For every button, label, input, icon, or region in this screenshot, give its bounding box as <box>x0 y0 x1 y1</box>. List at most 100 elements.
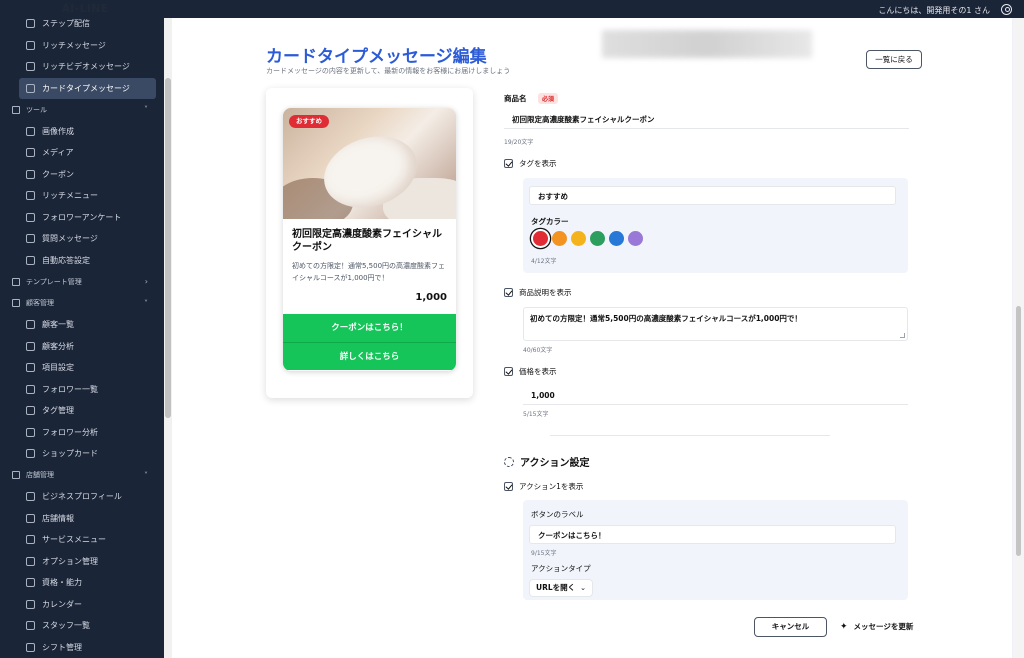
sidebar-item-8[interactable]: リッチメニュー <box>0 185 164 207</box>
card-details-button[interactable]: 詳しくはこちら <box>283 342 456 370</box>
sidebar-item-15[interactable]: 顧客分析 <box>0 336 164 358</box>
button-label-input[interactable]: クーポンはこちら！ <box>529 525 896 544</box>
sidebar-label: 店舗情報 <box>42 513 74 523</box>
sidebar-nav: ステップ配信リッチメッセージリッチビデオメッセージカードタイプメッセージ ツール ˅… <box>0 13 164 658</box>
show-action1-checkbox[interactable]: アクション1を表示 <box>504 481 583 492</box>
sidebar-item-7[interactable]: クーポン <box>0 164 164 186</box>
sidebar-item-6[interactable]: メディア <box>0 142 164 164</box>
cancel-button[interactable]: キャンセル <box>754 617 827 637</box>
trend-icon <box>26 427 35 437</box>
store-icon <box>26 513 35 523</box>
tag-color-option-3[interactable] <box>590 231 605 246</box>
sidebar-label: 顧客管理 <box>26 299 54 308</box>
product-name-input[interactable]: 初回限定高濃度酸素フェイシャルクーポン <box>504 110 909 129</box>
main-scrollbar[interactable] <box>1013 18 1024 658</box>
gear-icon <box>26 363 35 373</box>
sidebar-item-20[interactable]: ショップカード <box>0 443 164 465</box>
card-tag-badge: おすすめ <box>289 115 329 128</box>
sidebar-label: メディア <box>42 148 74 158</box>
main-scroll-thumb[interactable] <box>1016 306 1021 556</box>
sidebar-item-24[interactable]: サービスメニュー <box>0 529 164 551</box>
tag-color-option-5[interactable] <box>628 231 643 246</box>
sidebar-section-13[interactable]: 顧客管理 ˅ <box>0 293 164 315</box>
sidebar-section-21[interactable]: 店舗管理 ˅ <box>0 465 164 487</box>
sidebar-label: リッチビデオメッセージ <box>42 62 130 72</box>
tag-settings-panel: おすすめ タグカラー 4/12文字 <box>523 178 908 273</box>
sidebar-scroll-thumb[interactable] <box>165 78 171 418</box>
tag-count: 4/12文字 <box>531 258 557 265</box>
sidebar-scrollbar[interactable] <box>164 18 172 658</box>
users-icon <box>26 621 35 631</box>
back-to-list-button[interactable]: 一覧に戻る <box>866 50 922 69</box>
sidebar-item-28[interactable]: スタッフ一覧 <box>0 615 164 637</box>
sidebar-label: 顧客一覧 <box>42 320 74 330</box>
clipboard-icon <box>12 299 20 308</box>
price-count: 5/15文字 <box>523 411 549 418</box>
description-textarea[interactable]: 初めての方限定！通常5,500円の高濃度酸素フェイシャルコースが1,000円で！ <box>523 307 908 341</box>
sidebar-item-3[interactable]: カードタイプメッセージ <box>19 77 156 99</box>
sidebar-label: 質問メッセージ <box>42 234 98 244</box>
sidebar-label: ショップカード <box>42 449 98 459</box>
sidebar-label: フォロワー一覧 <box>42 384 98 394</box>
tag-text-input[interactable]: おすすめ <box>529 186 896 205</box>
user-icon[interactable] <box>1001 4 1012 15</box>
action1-panel: ボタンのラベル クーポンはこちら！ 9/15文字 アクションタイプ URLを開く… <box>523 500 908 600</box>
menu-icon <box>26 535 35 545</box>
gear-icon <box>504 456 514 467</box>
sidebar-label: スタッフ一覧 <box>42 621 90 631</box>
sidebar-item-26[interactable]: 資格・能力 <box>0 572 164 594</box>
sidebar-item-23[interactable]: 店舗情報 <box>0 508 164 530</box>
sidebar-label: 項目設定 <box>42 363 74 373</box>
sidebar-item-14[interactable]: 顧客一覧 <box>0 314 164 336</box>
show-tag-label: タグを表示 <box>519 159 557 168</box>
product-name-count: 19/20文字 <box>504 139 534 146</box>
list-icon <box>26 19 35 29</box>
sidebar-label: フォロワーアンケート <box>42 212 122 222</box>
sidebar: ステップ配信リッチメッセージリッチビデオメッセージカードタイプメッセージ ツール ˅… <box>0 0 164 658</box>
sidebar-item-25[interactable]: オプション管理 <box>0 551 164 573</box>
card-coupon-button[interactable]: クーポンはこちら！ <box>283 314 456 342</box>
show-description-checkbox[interactable]: 商品説明を表示 <box>504 287 572 298</box>
sidebar-label: 店舗管理 <box>26 471 54 480</box>
show-price-label: 価格を表示 <box>519 367 557 376</box>
sidebar-item-16[interactable]: 項目設定 <box>0 357 164 379</box>
sidebar-item-5[interactable]: 画像作成 <box>0 121 164 143</box>
show-price-checkbox[interactable]: 価格を表示 <box>504 366 557 377</box>
sidebar-item-27[interactable]: カレンダー <box>0 594 164 616</box>
show-tag-checkbox[interactable]: タグを表示 <box>504 158 557 169</box>
clock-icon <box>26 642 35 652</box>
sidebar-item-29[interactable]: シフト管理 <box>0 637 164 658</box>
chevron-down-icon: ˅ <box>144 105 148 114</box>
card-price: 1,000 <box>415 292 447 303</box>
price-input[interactable]: 1,000 <box>523 386 908 405</box>
tag-color-option-0[interactable] <box>533 231 548 246</box>
resize-grip-icon[interactable] <box>900 333 905 338</box>
sidebar-label: リッチメニュー <box>42 191 98 201</box>
tag-color-option-4[interactable] <box>609 231 624 246</box>
action-type-select[interactable]: URLを開く ⌄ <box>529 579 593 597</box>
sidebar-section-4[interactable]: ツール ˅ <box>0 99 164 121</box>
sidebar-item-1[interactable]: リッチメッセージ <box>0 35 164 57</box>
sidebar-label: シフト管理 <box>42 642 82 652</box>
chevron-down-icon: ⌄ <box>580 584 586 592</box>
tag-icon <box>26 556 35 566</box>
chat-icon <box>26 255 35 265</box>
sidebar-section-12[interactable]: テンプレート管理 › <box>0 271 164 293</box>
tag-color-option-1[interactable] <box>552 231 567 246</box>
sidebar-item-22[interactable]: ビジネスプロフィール <box>0 486 164 508</box>
video-icon <box>26 62 35 72</box>
sidebar-item-18[interactable]: タグ管理 <box>0 400 164 422</box>
sidebar-item-17[interactable]: フォロワー一覧 <box>0 379 164 401</box>
update-message-button[interactable]: ✦ メッセージを更新 <box>840 617 913 637</box>
sidebar-item-10[interactable]: 質問メッセージ <box>0 228 164 250</box>
sidebar-item-2[interactable]: リッチビデオメッセージ <box>0 56 164 78</box>
required-badge: 必須 <box>538 93 559 104</box>
checkbox-icon <box>504 482 513 491</box>
sidebar-item-11[interactable]: 自動応答設定 <box>0 250 164 272</box>
sidebar-label: ステップ配信 <box>42 19 90 29</box>
image-icon <box>26 126 35 136</box>
sidebar-item-9[interactable]: フォロワーアンケート <box>0 207 164 229</box>
tag-color-option-2[interactable] <box>571 231 586 246</box>
sidebar-label: テンプレート管理 <box>26 277 82 286</box>
sidebar-item-19[interactable]: フォロワー分析 <box>0 422 164 444</box>
